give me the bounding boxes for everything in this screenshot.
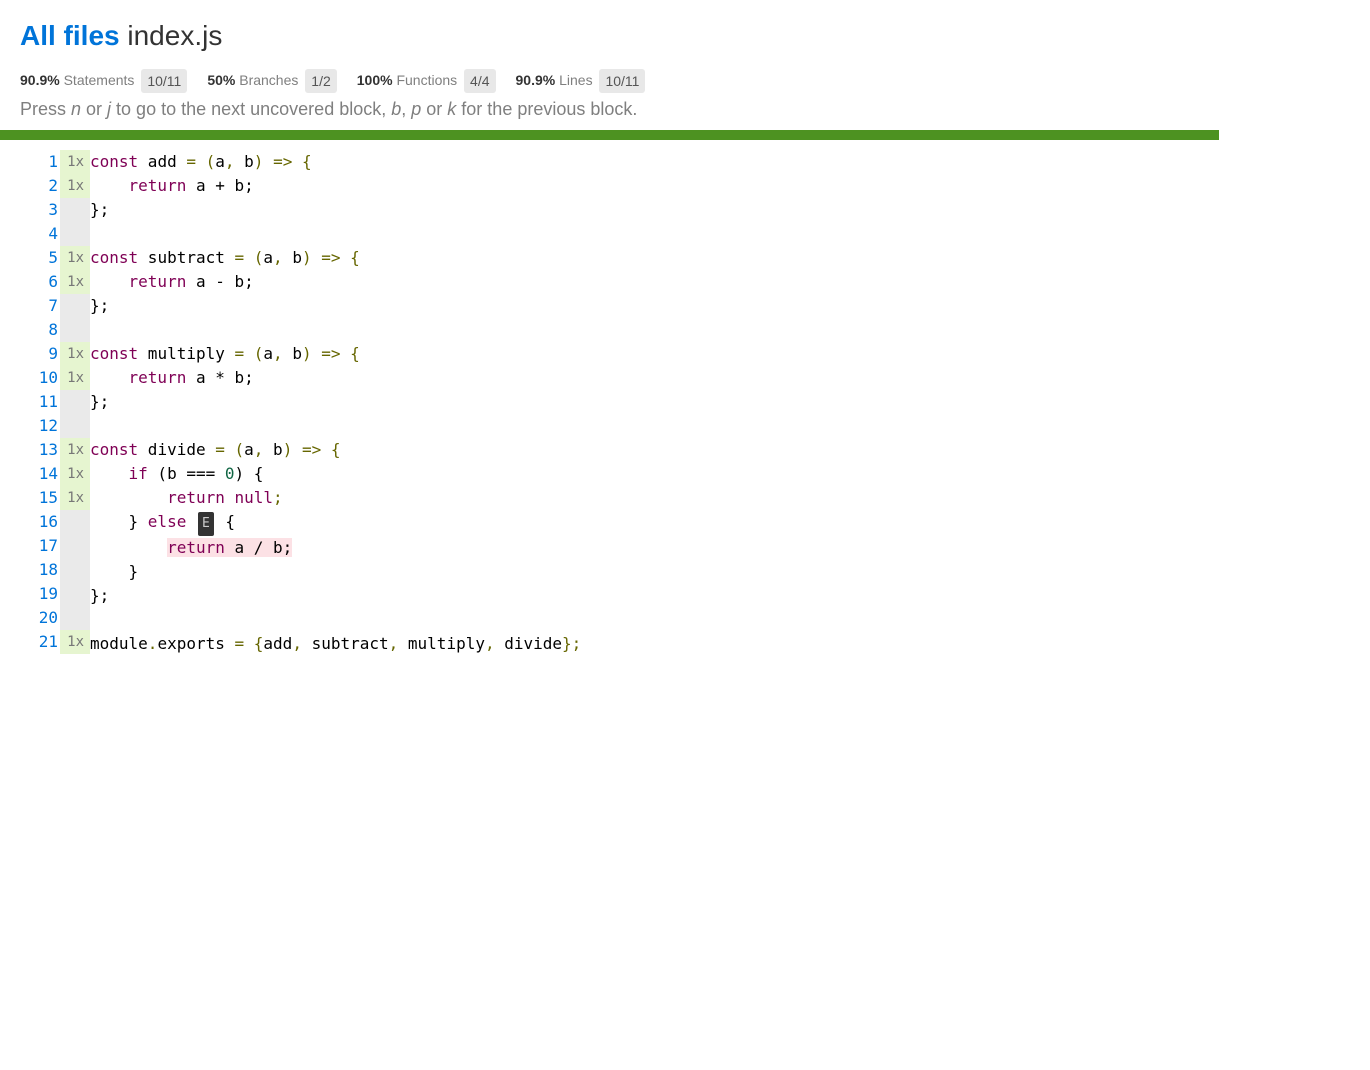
- keyboard-hint: Press n or j to go to the next uncovered…: [20, 99, 1199, 120]
- line-number-link[interactable]: 16: [20, 510, 60, 534]
- summary-branches: 50% Branches 1/2: [207, 62, 336, 99]
- line-number-link[interactable]: 20: [20, 606, 60, 630]
- source-code-col: const add = (a, b) => { return a + b; };…: [90, 150, 581, 656]
- line-number-link[interactable]: 9: [20, 342, 60, 366]
- line-coverage-count: [60, 534, 90, 558]
- line-coverage-count: 1x: [60, 366, 90, 390]
- line-coverage-count: 1x: [60, 486, 90, 510]
- line-number-link[interactable]: 15: [20, 486, 60, 510]
- line-coverage-count: [60, 222, 90, 246]
- header: All files index.js 90.9% Statements 10/1…: [0, 0, 1219, 130]
- line-coverage-count: 1x: [60, 462, 90, 486]
- line-number-link[interactable]: 21: [20, 630, 60, 654]
- breadcrumb: All files index.js: [20, 10, 1199, 62]
- line-coverage-count: 1x: [60, 630, 90, 654]
- line-number-link[interactable]: 8: [20, 318, 60, 342]
- line-number-link[interactable]: 17: [20, 534, 60, 558]
- line-number-link[interactable]: 12: [20, 414, 60, 438]
- line-coverage-count: [60, 294, 90, 318]
- line-number-link[interactable]: 7: [20, 294, 60, 318]
- functions-pct: 100%: [357, 72, 393, 88]
- line-coverage-count: 1x: [60, 438, 90, 462]
- statements-fraction: 10/11: [141, 69, 187, 93]
- coverage-table: 123456789101112131415161718192021 1x1x 1…: [20, 150, 581, 656]
- line-number-link[interactable]: 2: [20, 174, 60, 198]
- line-number-link[interactable]: 14: [20, 462, 60, 486]
- summary-functions: 100% Functions 4/4: [357, 62, 496, 99]
- line-coverage-count: [60, 198, 90, 222]
- line-coverage-count: 1x: [60, 174, 90, 198]
- line-coverage-count: 1x: [60, 270, 90, 294]
- lines-label: Lines: [559, 72, 592, 88]
- lines-pct: 90.9%: [516, 72, 556, 88]
- coverage-report: All files index.js 90.9% Statements 10/1…: [0, 0, 1219, 656]
- line-number-link[interactable]: 18: [20, 558, 60, 582]
- line-coverage-count: 1x: [60, 342, 90, 366]
- line-coverage-count: [60, 558, 90, 582]
- summary-lines: 90.9% Lines 10/11: [516, 62, 646, 99]
- summary-statements: 90.9% Statements 10/11: [20, 62, 187, 99]
- functions-fraction: 4/4: [464, 69, 495, 93]
- line-number-col: 123456789101112131415161718192021: [20, 150, 60, 656]
- breadcrumb-file: index.js: [127, 20, 222, 51]
- line-coverage-count: [60, 510, 90, 534]
- line-coverage-count: [60, 318, 90, 342]
- branches-fraction: 1/2: [305, 69, 336, 93]
- lines-fraction: 10/11: [599, 69, 645, 93]
- statements-pct: 90.9%: [20, 72, 60, 88]
- statements-label: Statements: [64, 72, 135, 88]
- branches-pct: 50%: [207, 72, 235, 88]
- line-coverage-count: [60, 606, 90, 630]
- summary-row: 90.9% Statements 10/11 50% Branches 1/2 …: [20, 62, 1199, 99]
- line-coverage-count: 1x: [60, 246, 90, 270]
- line-coverage-count: [60, 390, 90, 414]
- line-number-link[interactable]: 4: [20, 222, 60, 246]
- line-coverage-count: [60, 582, 90, 606]
- else-branch-missed-badge: E: [198, 512, 214, 536]
- line-coverage-count: 1x: [60, 150, 90, 174]
- functions-label: Functions: [396, 72, 457, 88]
- branches-label: Branches: [239, 72, 298, 88]
- line-number-link[interactable]: 6: [20, 270, 60, 294]
- breadcrumb-root-link[interactable]: All files: [20, 20, 120, 51]
- uncovered-statement: return a / b;: [167, 538, 292, 557]
- line-coverage-count: [60, 414, 90, 438]
- line-number-link[interactable]: 5: [20, 246, 60, 270]
- status-bar: [0, 130, 1219, 140]
- line-coverage-col: 1x1x 1x1x 1x1x 1x1x1x 1x: [60, 150, 90, 656]
- line-number-link[interactable]: 11: [20, 390, 60, 414]
- line-number-link[interactable]: 13: [20, 438, 60, 462]
- line-number-link[interactable]: 10: [20, 366, 60, 390]
- line-number-link[interactable]: 1: [20, 150, 60, 174]
- line-number-link[interactable]: 19: [20, 582, 60, 606]
- line-number-link[interactable]: 3: [20, 198, 60, 222]
